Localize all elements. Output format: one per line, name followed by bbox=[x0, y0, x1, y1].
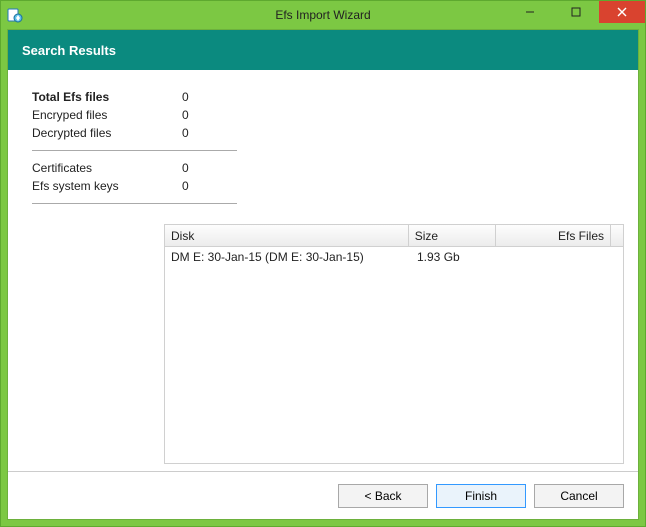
app-icon bbox=[7, 7, 23, 23]
stat-total-value: 0 bbox=[182, 90, 189, 104]
cell-size: 1.93 Gb bbox=[411, 248, 499, 266]
results-table[interactable]: Disk Size Efs Files DM E: 30-Jan-15 (DM … bbox=[164, 224, 624, 464]
table-header-row: Disk Size Efs Files bbox=[165, 225, 623, 247]
stat-encrypted-value: 0 bbox=[182, 108, 189, 122]
stats-block: Total Efs files 0 Encryped files 0 Decry… bbox=[32, 88, 237, 204]
close-button[interactable] bbox=[599, 1, 645, 23]
stat-syskeys-value: 0 bbox=[182, 179, 189, 193]
cell-efs bbox=[499, 255, 615, 259]
finish-button[interactable]: Finish bbox=[436, 484, 526, 508]
stat-encrypted-label: Encryped files bbox=[32, 108, 182, 122]
separator-2 bbox=[32, 203, 237, 204]
stat-syskeys-label: Efs system keys bbox=[32, 179, 182, 193]
cell-disk: DM E: 30-Jan-15 (DM E: 30-Jan-15) bbox=[165, 248, 411, 266]
separator-1 bbox=[32, 150, 237, 151]
col-header-size[interactable]: Size bbox=[409, 225, 496, 246]
col-header-disk[interactable]: Disk bbox=[165, 225, 409, 246]
stat-decrypted-value: 0 bbox=[182, 126, 189, 140]
stat-total-label: Total Efs files bbox=[32, 90, 182, 104]
cancel-button[interactable]: Cancel bbox=[534, 484, 624, 508]
maximize-button[interactable] bbox=[553, 1, 599, 23]
table-row[interactable]: DM E: 30-Jan-15 (DM E: 30-Jan-15) 1.93 G… bbox=[165, 247, 623, 267]
wizard-body: Total Efs files 0 Encryped files 0 Decry… bbox=[8, 70, 638, 471]
col-header-pad bbox=[611, 225, 623, 246]
client-area: Search Results Total Efs files 0 Encrype… bbox=[7, 29, 639, 520]
back-button[interactable]: < Back bbox=[338, 484, 428, 508]
minimize-button[interactable] bbox=[507, 1, 553, 23]
window-frame: Efs Import Wizard Search Results Total E… bbox=[0, 0, 646, 527]
title-bar[interactable]: Efs Import Wizard bbox=[1, 1, 645, 29]
wizard-footer: < Back Finish Cancel bbox=[8, 471, 638, 519]
wizard-header: Search Results bbox=[8, 30, 638, 70]
wizard-header-title: Search Results bbox=[22, 43, 116, 58]
stat-certs-value: 0 bbox=[182, 161, 189, 175]
col-header-efs[interactable]: Efs Files bbox=[496, 225, 611, 246]
window-controls bbox=[507, 1, 645, 23]
stat-decrypted-label: Decrypted files bbox=[32, 126, 182, 140]
stat-certs-label: Certificates bbox=[32, 161, 182, 175]
